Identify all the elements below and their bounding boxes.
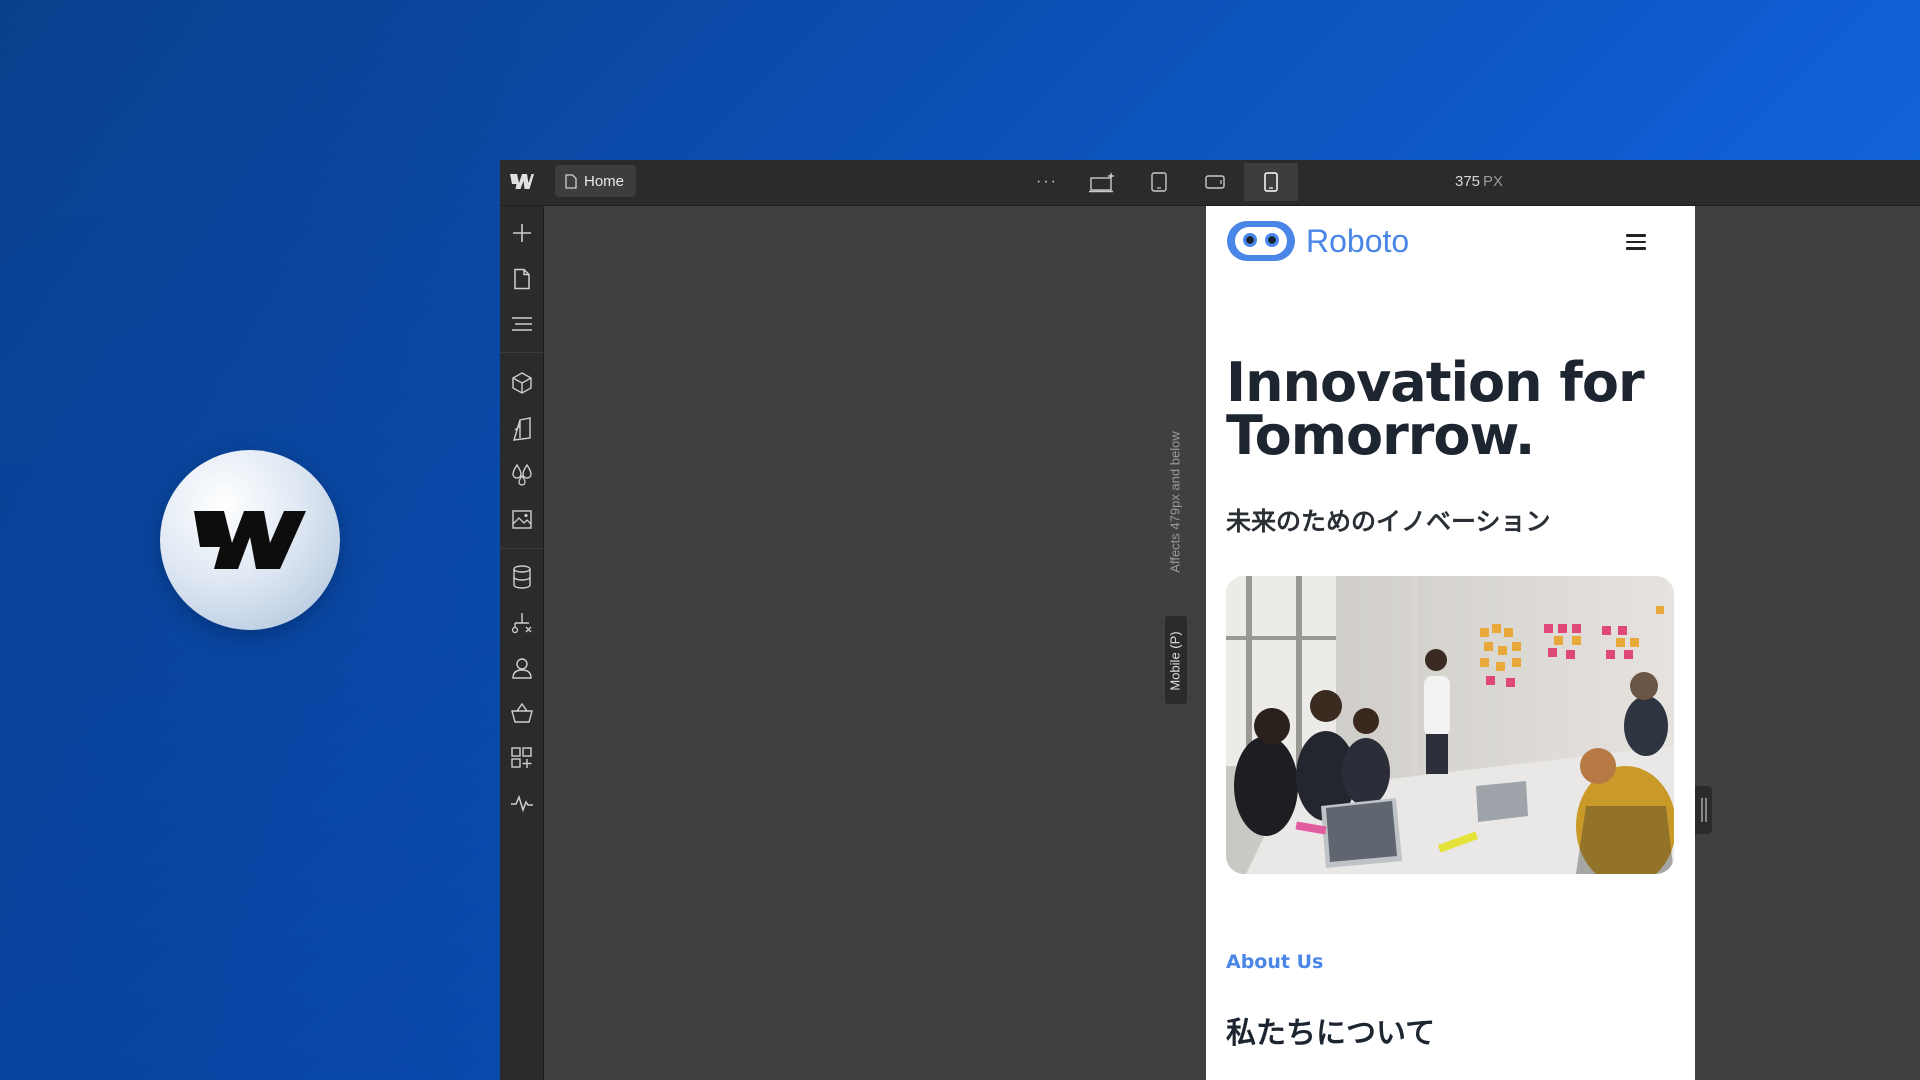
about-title: 私たちについて (1226, 1016, 1436, 1051)
users-panel-button[interactable] (509, 655, 535, 681)
ellipsis-icon: ··· (1036, 173, 1058, 190)
cms-icon (513, 565, 531, 589)
apps-panel-button[interactable] (509, 745, 535, 771)
apps-icon (511, 747, 532, 768)
hero-title: Innovation for Tomorrow. (1226, 356, 1676, 463)
more-options-button[interactable]: ··· (1020, 163, 1074, 201)
site-brand-name: Roboto (1306, 222, 1410, 259)
canvas-width-readout[interactable]: 375 PX (1455, 173, 1503, 190)
page-selector-label: Home (584, 172, 625, 190)
navigator-panel-button[interactable] (509, 311, 535, 337)
assets-panel-button[interactable] (509, 506, 535, 532)
webflow-menu-icon[interactable] (510, 172, 534, 192)
page-selector[interactable]: Home (555, 165, 637, 197)
variables-panel-button[interactable] (509, 461, 535, 487)
audits-icon (511, 794, 533, 813)
ecommerce-panel-button[interactable] (509, 700, 535, 726)
desktop-large-icon (1089, 172, 1115, 193)
design-canvas[interactable]: Affects 479px and below Mobile (P) Robot… (544, 206, 1920, 1080)
hero-title-line-2: Tomorrow. (1226, 404, 1535, 467)
cms-panel-button[interactable] (509, 564, 535, 590)
breakpoint-mobile-portrait-button[interactable] (1244, 163, 1298, 201)
hamburger-menu-icon[interactable] (1626, 234, 1646, 250)
page-icon (565, 173, 577, 189)
pages-icon (514, 268, 530, 290)
canvas-width-value: 375 (1455, 173, 1481, 190)
hero-subtitle: 未来のためのイノベーション (1226, 507, 1551, 536)
style-manager-icon (513, 417, 531, 441)
robot-logo-icon (1227, 221, 1295, 261)
breakpoint-note: Affects 479px and below (1167, 431, 1183, 573)
sidebar-divider (500, 352, 543, 353)
canvas-width-unit: PX (1483, 173, 1504, 190)
canvas-resize-handle[interactable] (1695, 786, 1712, 834)
hero-photo (1226, 576, 1674, 874)
users-icon (512, 658, 532, 679)
webflow-logo-badge (160, 450, 340, 630)
site-logo[interactable]: Roboto (1226, 220, 1409, 262)
office-meeting-photo (1226, 576, 1674, 874)
top-toolbar: Home ··· 375 PX (500, 160, 1920, 206)
add-panel-button[interactable] (509, 220, 535, 246)
tablet-icon (1151, 172, 1167, 192)
add-icon (513, 224, 531, 242)
navigator-icon (512, 317, 532, 331)
variables-icon (512, 463, 532, 486)
webflow-logo-icon (194, 511, 306, 569)
site-preview[interactable]: Roboto Innovation for Tomorrow. 未来のためのイノ… (1206, 206, 1695, 1080)
breakpoint-label: Mobile (P) (1167, 631, 1183, 691)
components-panel-button[interactable] (509, 370, 535, 396)
breakpoint-tablet-button[interactable] (1132, 163, 1186, 201)
left-sidebar (500, 206, 544, 1080)
breakpoint-desktop-large-button[interactable] (1076, 163, 1130, 201)
mobile-portrait-icon (1264, 172, 1278, 192)
sidebar-divider (500, 548, 543, 549)
assets-icon (512, 510, 532, 529)
logic-panel-button[interactable] (509, 610, 535, 636)
audits-panel-button[interactable] (509, 790, 535, 816)
logic-icon (511, 613, 532, 634)
breakpoint-mobile-landscape-button[interactable] (1188, 163, 1242, 201)
style-manager-panel-button[interactable] (509, 416, 535, 442)
components-icon (512, 372, 532, 394)
mobile-landscape-icon (1205, 175, 1225, 189)
ecommerce-icon (511, 702, 533, 723)
pages-panel-button[interactable] (509, 266, 535, 292)
about-label: About Us (1226, 951, 1324, 973)
designer-window: Home ··· 375 PX Affects 479px and below … (500, 160, 1920, 1080)
